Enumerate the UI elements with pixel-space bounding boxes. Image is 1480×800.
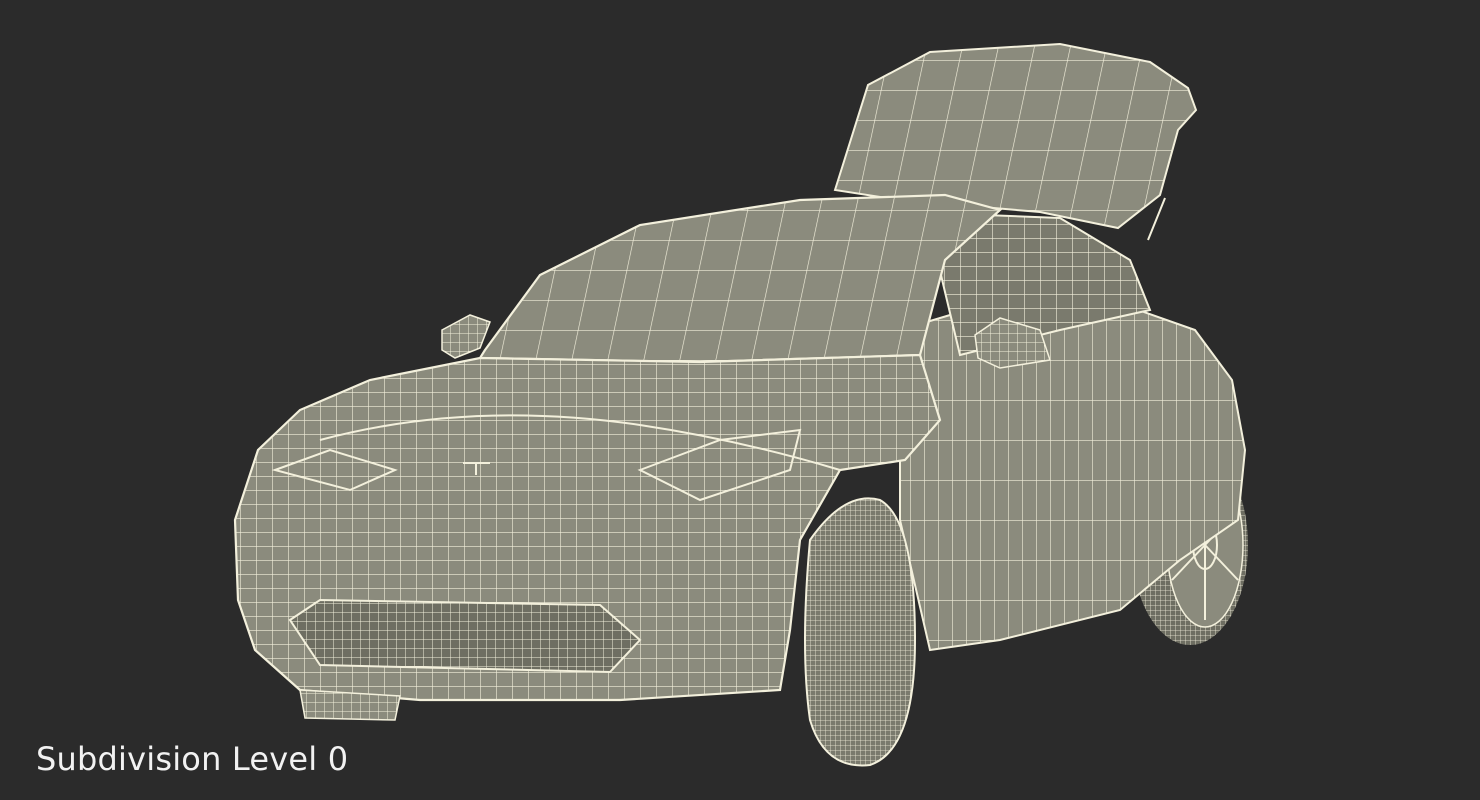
windshield-roof — [478, 193, 1003, 364]
front-wheel — [804, 497, 917, 767]
render-viewport: Subdivision Level 0 — [0, 0, 1480, 800]
car-wireframe-render — [233, 42, 1248, 767]
front-grille — [288, 598, 642, 674]
front-bumper-lower — [299, 689, 401, 721]
subdivision-level-caption: Subdivision Level 0 — [36, 740, 349, 778]
